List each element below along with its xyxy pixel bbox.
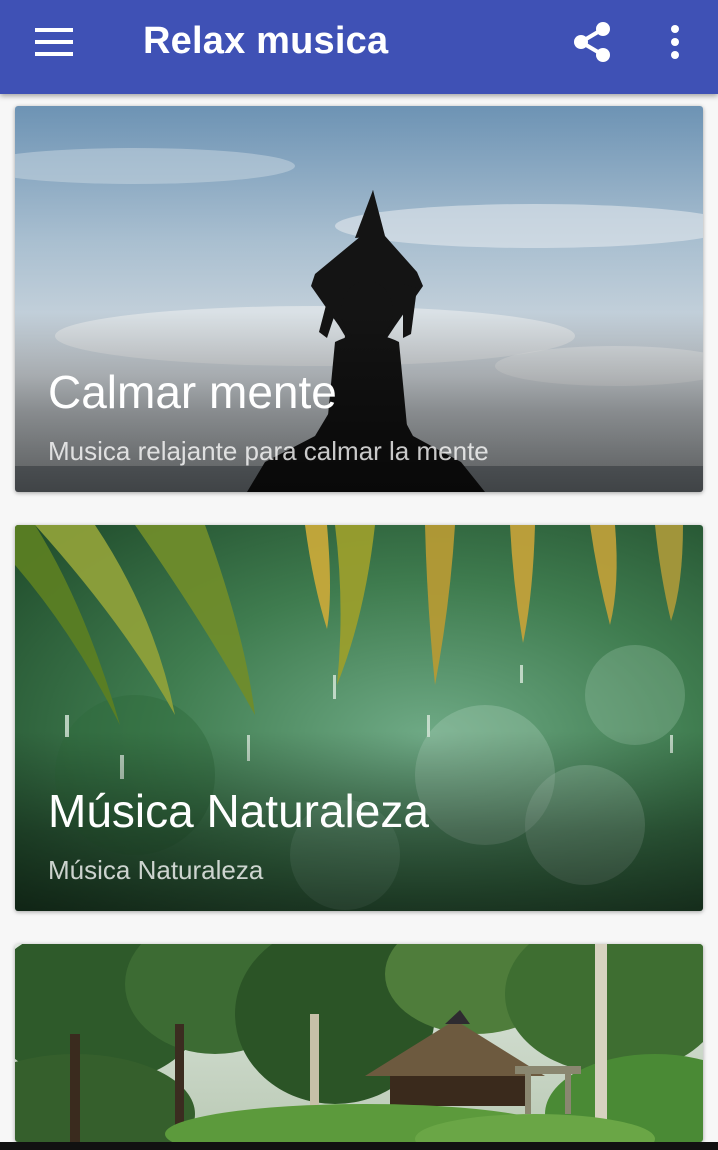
card-musica-naturaleza[interactable]: Música Naturaleza Música Naturaleza: [15, 525, 703, 911]
bottom-edge: [0, 1142, 718, 1150]
share-button[interactable]: [562, 12, 622, 72]
menu-button[interactable]: [20, 12, 90, 72]
card-title: Calmar mente: [48, 366, 337, 418]
more-options-button[interactable]: [650, 12, 700, 72]
card-temple-forest[interactable]: [15, 944, 703, 1142]
app-screen: Relax musica Calmar mente Musica relajan…: [0, 0, 718, 1150]
card-title: Música Naturaleza: [48, 785, 429, 837]
share-icon: [574, 22, 610, 62]
card-image-temple: [15, 944, 703, 1142]
card-subtitle: Musica relajante para calmar la mente: [48, 436, 489, 466]
hamburger-menu-icon: [35, 28, 73, 56]
more-vert-icon: [671, 25, 679, 59]
app-toolbar: Relax musica: [0, 0, 718, 94]
app-title: Relax musica: [143, 20, 389, 62]
card-subtitle: Música Naturaleza: [48, 855, 264, 885]
card-calmar-mente[interactable]: Calmar mente Musica relajante para calma…: [15, 106, 703, 492]
